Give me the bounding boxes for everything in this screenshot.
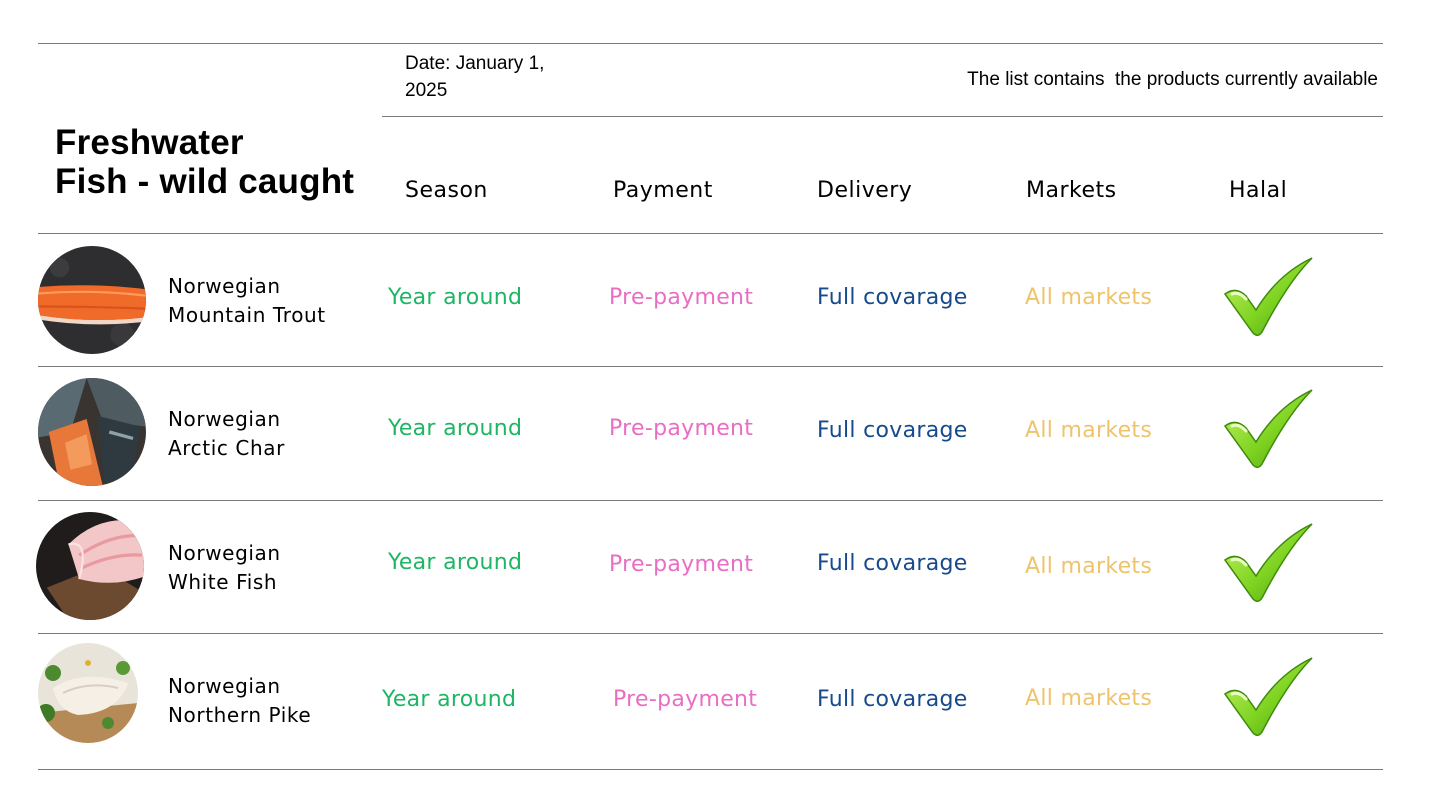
date-label: Date: January 1, 2025 [405, 50, 585, 104]
trout-fillet-image [38, 246, 146, 354]
product-name-line-2: White Fish [168, 570, 278, 594]
bottom-divider [38, 769, 1383, 770]
season-value: Year around [388, 285, 523, 310]
availability-note: The list contains the products currently… [967, 69, 1378, 90]
payment-value: Pre-payment [613, 687, 758, 712]
row-divider [38, 633, 1383, 634]
title-line-1: Freshwater [55, 123, 244, 162]
product-name-line-1: Norwegian [168, 274, 281, 298]
arctic-char-image [38, 378, 146, 486]
product-name: Norwegian Northern Pike [168, 672, 311, 730]
column-header-delivery: Delivery [817, 178, 913, 203]
checkmark-icon [1223, 657, 1313, 736]
title-line-2: Fish - wild caught [55, 162, 355, 201]
markets-value: All markets [1025, 554, 1153, 579]
row-divider [38, 233, 1383, 234]
header-divider [382, 116, 1383, 117]
column-header-markets: Markets [1026, 178, 1117, 203]
date-line-2: 2025 [405, 80, 448, 101]
checkmark-icon [1223, 523, 1313, 602]
white-fish-image [36, 512, 144, 620]
delivery-value: Full covarage [817, 418, 968, 443]
northern-pike-image [38, 643, 138, 743]
product-name-line-2: Arctic Char [168, 436, 285, 460]
payment-value: Pre-payment [609, 285, 754, 310]
checkmark-icon [1223, 257, 1313, 336]
date-line-1: Date: January 1, [405, 53, 545, 74]
season-value: Year around [382, 687, 517, 712]
markets-value: All markets [1025, 418, 1153, 443]
season-value: Year around [388, 416, 523, 441]
column-header-season: Season [405, 178, 488, 203]
product-name: Norwegian Arctic Char [168, 405, 285, 463]
product-name: Norwegian White Fish [168, 539, 281, 597]
page-title: Freshwater Fish - wild caught [55, 123, 354, 201]
product-name-line-1: Norwegian [168, 674, 281, 698]
season-value: Year around [388, 550, 523, 575]
delivery-value: Full covarage [817, 285, 968, 310]
product-name-line-1: Norwegian [168, 407, 281, 431]
payment-value: Pre-payment [609, 552, 754, 577]
markets-value: All markets [1025, 686, 1153, 711]
row-divider [38, 500, 1383, 501]
top-divider [38, 43, 1383, 44]
delivery-value: Full covarage [817, 687, 968, 712]
checkmark-icon [1223, 389, 1313, 468]
column-header-payment: Payment [613, 178, 713, 203]
product-name-line-1: Norwegian [168, 541, 281, 565]
product-name-line-2: Mountain Trout [168, 303, 326, 327]
payment-value: Pre-payment [609, 416, 754, 441]
markets-value: All markets [1025, 285, 1153, 310]
product-name-line-2: Northern Pike [168, 703, 312, 727]
product-name: Norwegian Mountain Trout [168, 272, 326, 330]
delivery-value: Full covarage [817, 551, 968, 576]
column-header-halal: Halal [1229, 178, 1288, 203]
row-divider [38, 366, 1383, 367]
